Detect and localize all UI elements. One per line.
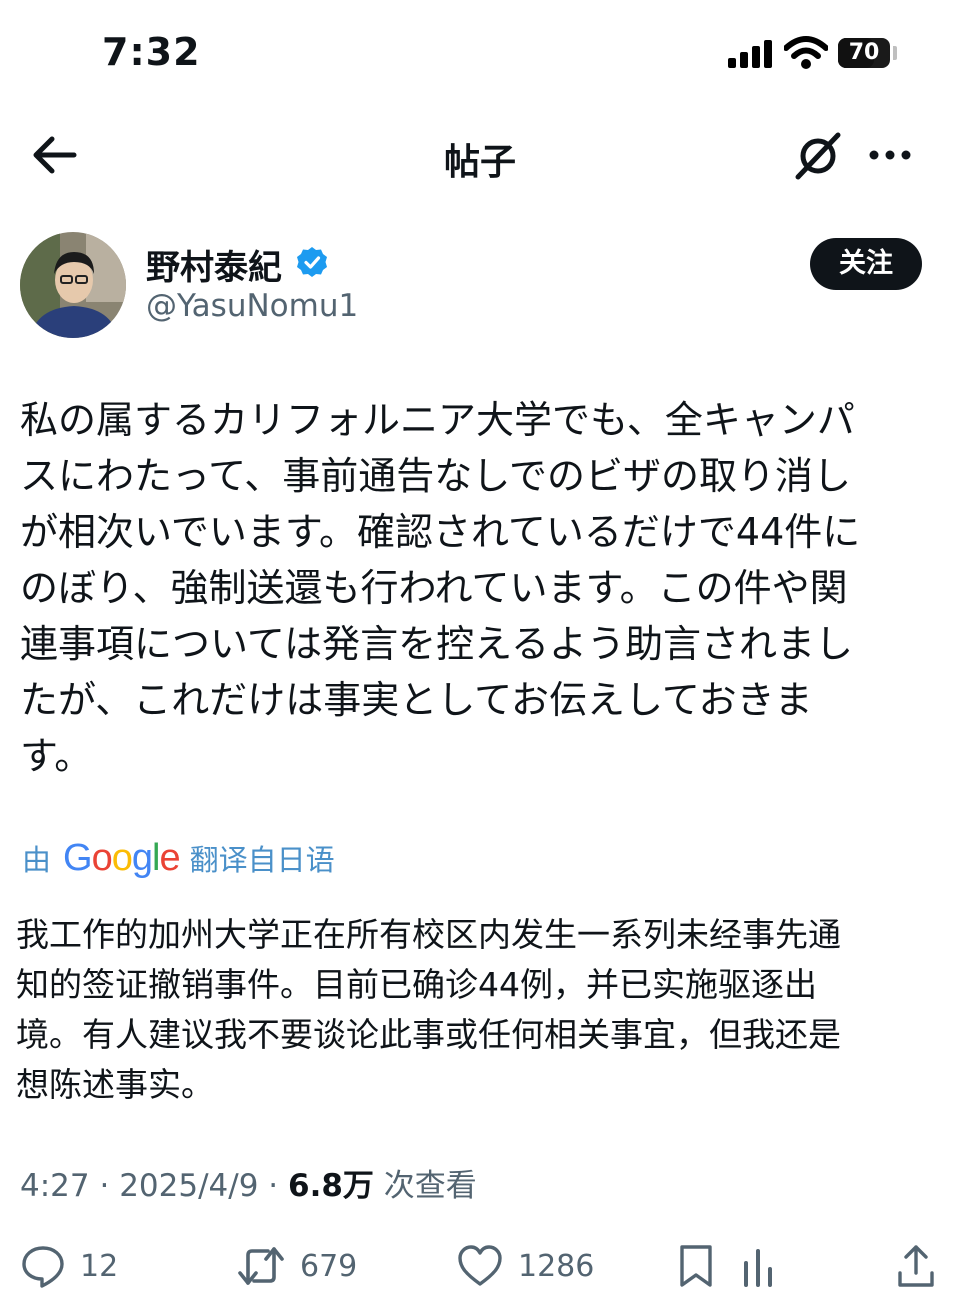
heart-icon bbox=[458, 1245, 502, 1286]
translated-text: 我工作的加州大学正在所有校区内发生一系列未经事先通 知的签证撤销事件。目前已确诊… bbox=[16, 910, 936, 1110]
share-button[interactable] bbox=[894, 1242, 952, 1290]
translation-attribution[interactable]: 由 Google 翻译自日语 bbox=[22, 836, 335, 880]
translate-suffix: 翻译自日语 bbox=[189, 843, 335, 877]
translation-line: 境。有人建议我不要谈论此事或任何相关事宜，但我还是 bbox=[16, 1015, 841, 1054]
cellular-signal-icon bbox=[728, 38, 774, 68]
repost-count: 679 bbox=[300, 1248, 358, 1284]
post-date: 2025/4/9 bbox=[119, 1168, 259, 1204]
view-label: 次查看 bbox=[383, 1168, 477, 1204]
verified-badge-icon bbox=[297, 247, 327, 277]
author-name[interactable]: 野村泰紀 bbox=[146, 240, 282, 289]
more-icon[interactable] bbox=[866, 141, 914, 169]
translation-line: 想陈述事实。 bbox=[16, 1065, 214, 1104]
repost-button[interactable]: 679 bbox=[236, 1242, 357, 1290]
reply-count: 12 bbox=[80, 1248, 119, 1284]
reply-button[interactable]: 12 bbox=[20, 1242, 118, 1290]
status-time: 7:32 bbox=[102, 30, 201, 74]
reply-icon bbox=[22, 1246, 64, 1288]
post-line: たが、これだけは事実としてお伝えしておきま bbox=[20, 678, 813, 722]
wifi-icon bbox=[784, 36, 828, 69]
post-line: す。 bbox=[20, 734, 93, 778]
meta-separator: · bbox=[268, 1168, 279, 1204]
stats-button[interactable] bbox=[740, 1242, 798, 1290]
battery-tip bbox=[893, 46, 897, 60]
battery-icon: 70 bbox=[838, 38, 890, 68]
post-line: 私の属するカリフォルニア大学でも、全キャンパ bbox=[20, 398, 855, 442]
post-line: 連事項については発言を控えるよう助言されまし bbox=[20, 622, 853, 666]
avatar[interactable] bbox=[20, 232, 126, 338]
post-time: 4:27 bbox=[20, 1168, 90, 1204]
post-text: 私の属するカリフォルニア大学でも、全キャンパ スにわたって、事前通告なしでのビザ… bbox=[20, 392, 940, 784]
like-count: 1286 bbox=[518, 1248, 595, 1284]
meta-separator: · bbox=[99, 1168, 110, 1204]
follow-button[interactable]: 关注 bbox=[810, 238, 922, 290]
battery-percent: 70 bbox=[848, 40, 880, 65]
share-icon bbox=[898, 1245, 934, 1287]
translate-prefix: 由 bbox=[22, 843, 52, 877]
grok-icon[interactable] bbox=[792, 129, 844, 181]
view-count[interactable]: 6.8万 bbox=[288, 1168, 374, 1204]
post-line: が相次いでいます。確認されているだけで44件に bbox=[20, 510, 861, 554]
google-logo: Google bbox=[63, 836, 181, 879]
post-meta: 4:27 · 2025/4/9 · 6.8万 次查看 bbox=[20, 1160, 477, 1205]
stats-icon bbox=[744, 1249, 772, 1287]
bookmark-button[interactable] bbox=[676, 1242, 730, 1290]
translation-line: 我工作的加州大学正在所有校区内发生一系列未经事先通 bbox=[16, 915, 841, 954]
repost-icon bbox=[238, 1247, 284, 1285]
translation-line: 知的签证撤销事件。目前已确诊44例，并已实施驱逐出 bbox=[16, 965, 817, 1004]
top-nav: 帖子 bbox=[0, 115, 960, 195]
post-line: のぼり、強制送還も行われています。この件や関 bbox=[20, 566, 848, 610]
author-handle[interactable]: @YasuNomu1 bbox=[146, 288, 358, 324]
post-line: スにわたって、事前通告なしでのビザの取り消し bbox=[20, 454, 852, 498]
bookmark-icon bbox=[680, 1245, 712, 1287]
action-bar: 12 679 1286 bbox=[0, 1236, 960, 1296]
status-bar: 7:32 70 bbox=[0, 0, 960, 110]
like-button[interactable]: 1286 bbox=[456, 1242, 594, 1290]
